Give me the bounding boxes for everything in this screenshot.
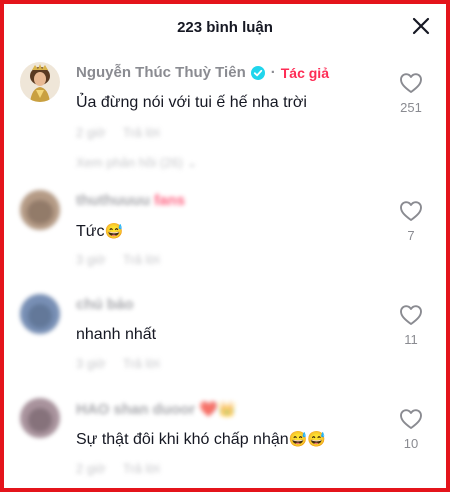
like-button[interactable]: 7 bbox=[396, 200, 426, 243]
comment-item: thuthuuuu fans Tức😅 3 giờ Trả lời 7 bbox=[4, 190, 446, 270]
heart-icon[interactable] bbox=[399, 408, 423, 430]
comment-username[interactable]: HAO shan duoor ❤️👑 bbox=[76, 400, 237, 419]
view-replies-button[interactable]: Xem phản hồi (26) ⌄ bbox=[76, 155, 197, 171]
comment-meta: 3 giờ Trả lời bbox=[76, 356, 174, 371]
reply-button[interactable]: Trả lời bbox=[123, 252, 160, 267]
like-button[interactable]: 10 bbox=[396, 408, 426, 451]
comments-header: 223 bình luận bbox=[4, 4, 446, 50]
decorative-emoji: ❤️👑 bbox=[199, 401, 237, 418]
laughing-emoji: 😅 bbox=[104, 223, 124, 240]
reply-button[interactable]: Trả lời bbox=[123, 461, 160, 476]
author-tag: Tác giả bbox=[280, 64, 329, 81]
reply-button[interactable]: Trả lời bbox=[123, 356, 160, 371]
comment-username[interactable]: chú bảo bbox=[76, 296, 134, 313]
comment-meta: 2 giờ Trả lời bbox=[76, 461, 174, 476]
comment-item: Nguyễn Thúc Thuỳ Tiên · Tác giả Ủa đừng … bbox=[4, 62, 446, 182]
avatar[interactable] bbox=[20, 62, 60, 102]
avatar[interactable] bbox=[20, 398, 60, 438]
comments-count-title: 223 bình luận bbox=[177, 18, 273, 36]
reply-button[interactable]: Trả lời bbox=[123, 125, 160, 140]
laughing-emoji: 😅😅 bbox=[288, 431, 326, 448]
like-count: 7 bbox=[407, 228, 415, 243]
comment-time: 3 giờ bbox=[76, 252, 106, 267]
comment-text: nhanh nhất bbox=[76, 326, 157, 343]
avatar[interactable] bbox=[20, 294, 60, 334]
comment-item: HAO shan duoor ❤️👑 Sự thật đôi khi khó c… bbox=[4, 398, 446, 482]
like-count: 10 bbox=[403, 436, 419, 451]
like-button[interactable]: 11 bbox=[396, 304, 426, 347]
like-count: 11 bbox=[404, 332, 418, 347]
comment-item: chú bảo nhanh nhất 3 giờ Trả lời 11 bbox=[4, 294, 446, 374]
comment-text: Tức😅 bbox=[76, 223, 124, 240]
comment-time: 2 giờ bbox=[76, 125, 106, 140]
heart-icon[interactable] bbox=[399, 304, 423, 326]
avatar[interactable] bbox=[20, 190, 60, 230]
comment-username[interactable]: Nguyễn Thúc Thuỳ Tiên · Tác giả bbox=[76, 64, 329, 81]
comment-text: Sự thật đôi khi khó chấp nhận😅😅 bbox=[76, 431, 326, 448]
close-icon[interactable] bbox=[410, 15, 432, 37]
heart-icon[interactable] bbox=[399, 72, 423, 94]
comment-time: 3 giờ bbox=[76, 356, 106, 371]
comments-panel: 223 bình luận Nguyễn Thúc Thuỳ Tiên · Tá… bbox=[0, 0, 450, 492]
comment-meta: 3 giờ Trả lời bbox=[76, 252, 174, 267]
comment-meta: 2 giờ Trả lời bbox=[76, 125, 174, 140]
like-button[interactable]: 251 bbox=[396, 72, 426, 115]
separator-dot: · bbox=[270, 64, 276, 81]
comment-text: Ủa đừng nói với tui ế hế nha trời bbox=[76, 94, 307, 111]
comment-time: 2 giờ bbox=[76, 461, 106, 476]
heart-icon[interactable] bbox=[399, 200, 423, 222]
verified-badge-icon bbox=[250, 65, 265, 80]
comment-username[interactable]: thuthuuuu fans bbox=[76, 192, 185, 209]
like-count: 251 bbox=[400, 100, 422, 115]
